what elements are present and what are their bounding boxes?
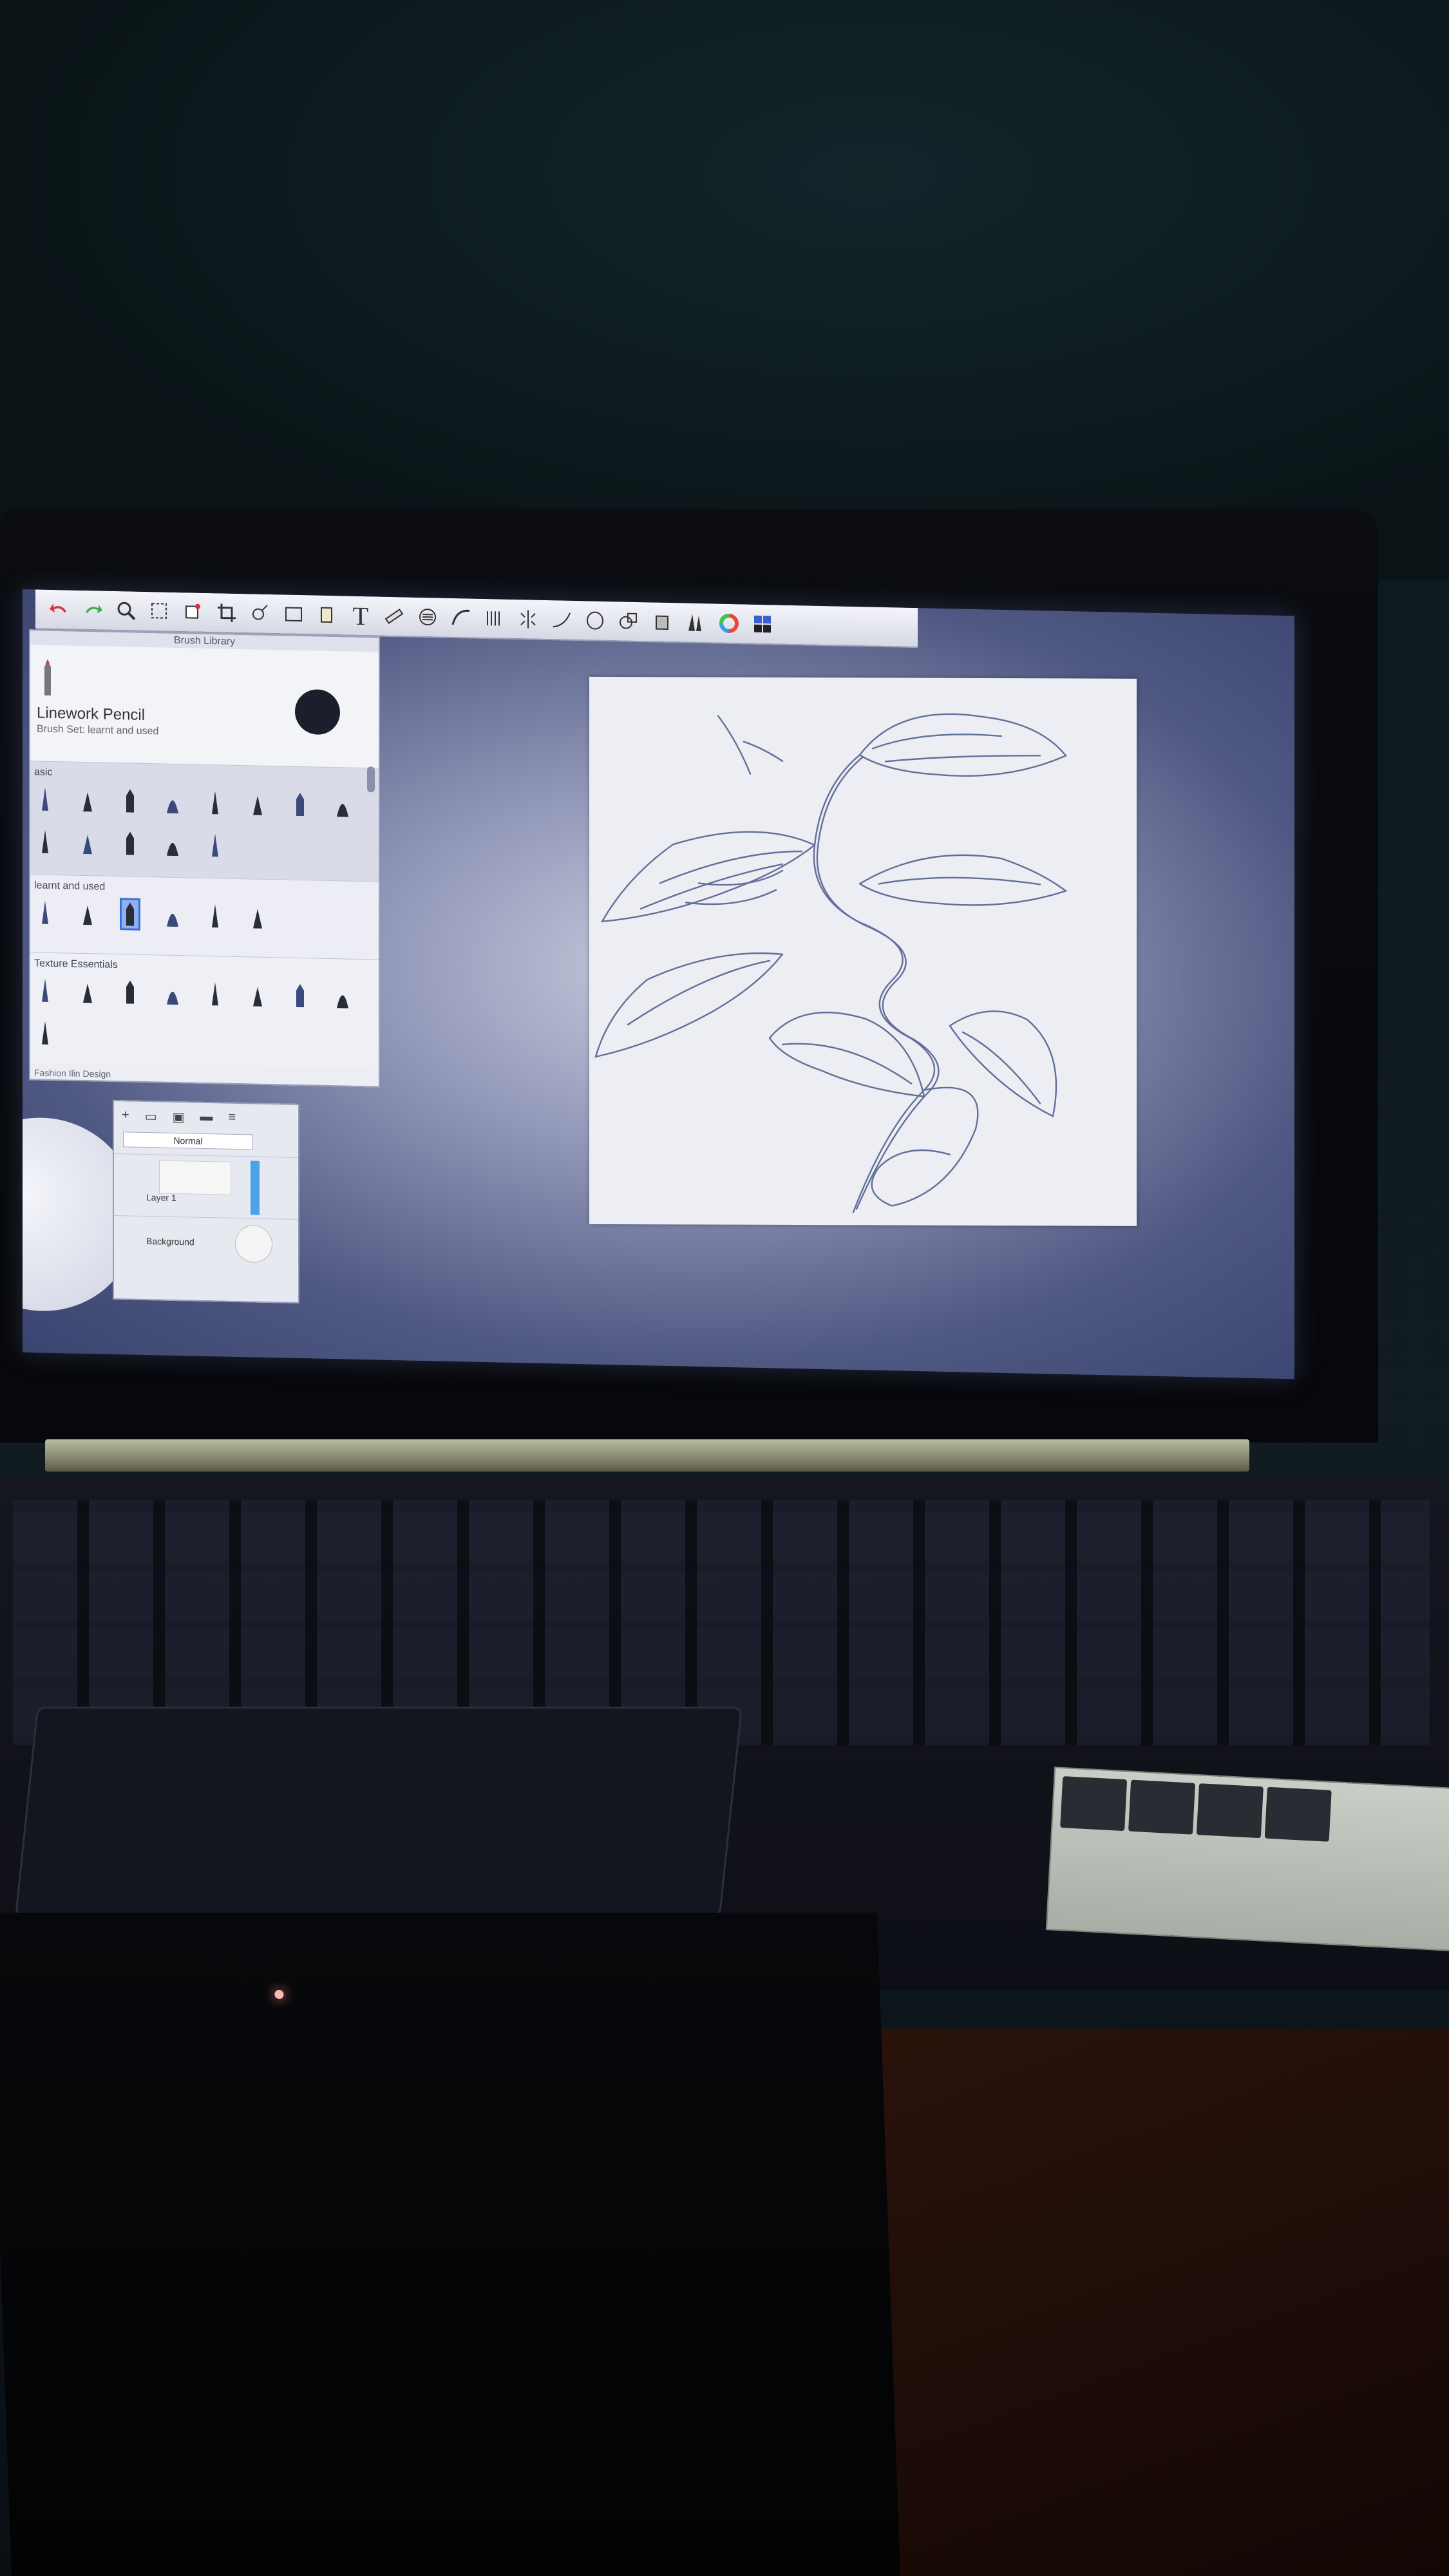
rect-icon[interactable] [281, 601, 306, 627]
brush-section-basic: asic [30, 761, 379, 882]
brush-library-panel: Brush Library Linework Pencil Brush Set:… [29, 629, 380, 1088]
brush-preset-icon[interactable] [207, 788, 223, 817]
brush-preset-icon[interactable] [122, 786, 138, 815]
brush-preset-icon[interactable] [79, 899, 96, 928]
brush-preset-icon[interactable] [37, 898, 53, 927]
brush-preset-icon[interactable] [164, 979, 181, 1008]
brush-preset-icon[interactable] [207, 831, 223, 860]
menu-icon[interactable]: ≡ [229, 1110, 236, 1126]
laptop-sticker [1045, 1766, 1449, 1952]
brush-preset-icon[interactable] [37, 827, 53, 856]
shape-icon[interactable] [616, 609, 641, 634]
folder-icon[interactable]: ▭ [145, 1108, 157, 1124]
brush-size-preview[interactable] [295, 688, 340, 735]
stroke-icon[interactable] [415, 605, 440, 630]
add-layer-icon[interactable]: + [122, 1108, 129, 1124]
brush-preset-icon[interactable] [37, 1018, 53, 1047]
layer-selected-indicator [251, 1160, 260, 1215]
layer-name: Background [146, 1236, 194, 1247]
brush-preset-icon[interactable] [292, 981, 308, 1010]
curve-icon[interactable] [449, 605, 473, 630]
brush-set-label: Brush Set: learnt and used [37, 723, 159, 737]
ruler2-icon[interactable] [382, 604, 406, 629]
sticker-icon [1060, 1776, 1128, 1832]
zoom-icon[interactable] [114, 598, 138, 623]
current-brush-name: Linework Pencil [37, 704, 146, 724]
brush-preset-icon[interactable] [164, 901, 181, 930]
touchpad[interactable] [14, 1707, 743, 1917]
layer-row[interactable]: Layer 1 [114, 1153, 298, 1219]
crop-icon[interactable] [214, 600, 239, 625]
brush-preset-icon[interactable] [292, 790, 308, 819]
laptop-screen: T Brush Library Linework Pencil Brush Se… [23, 589, 1294, 1379]
vine-sketch [594, 713, 1068, 1213]
brush-grid [30, 781, 379, 866]
brush-preset-icon[interactable] [164, 788, 181, 817]
image-icon[interactable]: ▣ [173, 1109, 185, 1125]
blend-mode-select[interactable]: Normal [123, 1132, 253, 1150]
brush-lib-icon[interactable] [683, 610, 708, 635]
brush-preset-icon[interactable] [79, 977, 96, 1006]
brush-grid [30, 972, 379, 1057]
ruler-icon[interactable] [248, 601, 272, 626]
brush-preset-icon[interactable] [122, 829, 138, 858]
brush-preset-icon[interactable] [249, 980, 266, 1009]
layer-name: Layer 1 [146, 1192, 176, 1204]
brush-preset-icon[interactable] [122, 978, 138, 1007]
drawing-tablet [0, 1913, 900, 2576]
brush-preset-icon[interactable] [37, 784, 53, 813]
brush-preset-icon[interactable] [207, 980, 223, 1009]
brush-preset-icon[interactable] [120, 898, 140, 931]
brush-preset-icon[interactable] [334, 982, 351, 1011]
distort-icon[interactable] [516, 607, 540, 632]
drawing-canvas[interactable] [589, 676, 1137, 1226]
brush-preset-icon[interactable] [37, 976, 53, 1005]
layer-editor: + ▭ ▣ ▬ ≡ Normal Layer 1 Background [113, 1099, 299, 1304]
layer-thumbnail [159, 1160, 231, 1195]
brush-preset-icon[interactable] [164, 830, 181, 859]
layer-toolbar: + ▭ ▣ ▬ ≡ [114, 1101, 298, 1134]
ellipse-icon[interactable] [583, 608, 607, 633]
symmetry-icon[interactable] [482, 606, 507, 631]
tablet-led [274, 1990, 284, 1999]
merge-icon[interactable]: ▬ [200, 1110, 213, 1126]
text-icon[interactable]: T [348, 601, 373, 630]
sticker-icon [1264, 1786, 1332, 1842]
brush-section-texture: Texture Essentials [30, 952, 379, 1070]
brush-preset-icon[interactable] [249, 789, 266, 818]
sticker-icon [1128, 1779, 1196, 1835]
line-icon[interactable] [549, 607, 574, 632]
copy-icon[interactable] [650, 609, 674, 634]
laptop-hinge-light [45, 1439, 1249, 1472]
redo-icon[interactable] [80, 598, 105, 623]
transform-icon[interactable] [181, 600, 205, 625]
brush-preset-icon[interactable] [79, 828, 96, 857]
current-brush: Linework Pencil Brush Set: learnt and us… [30, 645, 379, 768]
wifi-icon [1196, 1783, 1264, 1839]
layer-row[interactable]: Background [114, 1215, 298, 1271]
brush-preset-icon[interactable] [334, 791, 351, 820]
color-wheel-icon[interactable] [717, 611, 741, 636]
fill-icon[interactable] [315, 603, 339, 628]
palette-icon[interactable] [750, 612, 775, 637]
select-icon[interactable] [147, 599, 172, 624]
undo-icon[interactable] [47, 597, 71, 622]
brush-preset-icon[interactable] [249, 902, 266, 931]
background-color-swatch[interactable] [235, 1224, 272, 1264]
brush-preset-icon[interactable] [79, 786, 96, 815]
next-section-label: Fashion Ilin Design [34, 1067, 111, 1079]
pencil-icon [44, 659, 51, 696]
brush-library-scrollbar[interactable] [367, 766, 375, 793]
brush-section-learnt: learnt and used [30, 874, 379, 960]
wall-background [0, 0, 1449, 580]
brush-grid [30, 894, 379, 937]
brush-preset-icon[interactable] [207, 902, 223, 931]
wooden-desk [869, 2029, 1449, 2576]
